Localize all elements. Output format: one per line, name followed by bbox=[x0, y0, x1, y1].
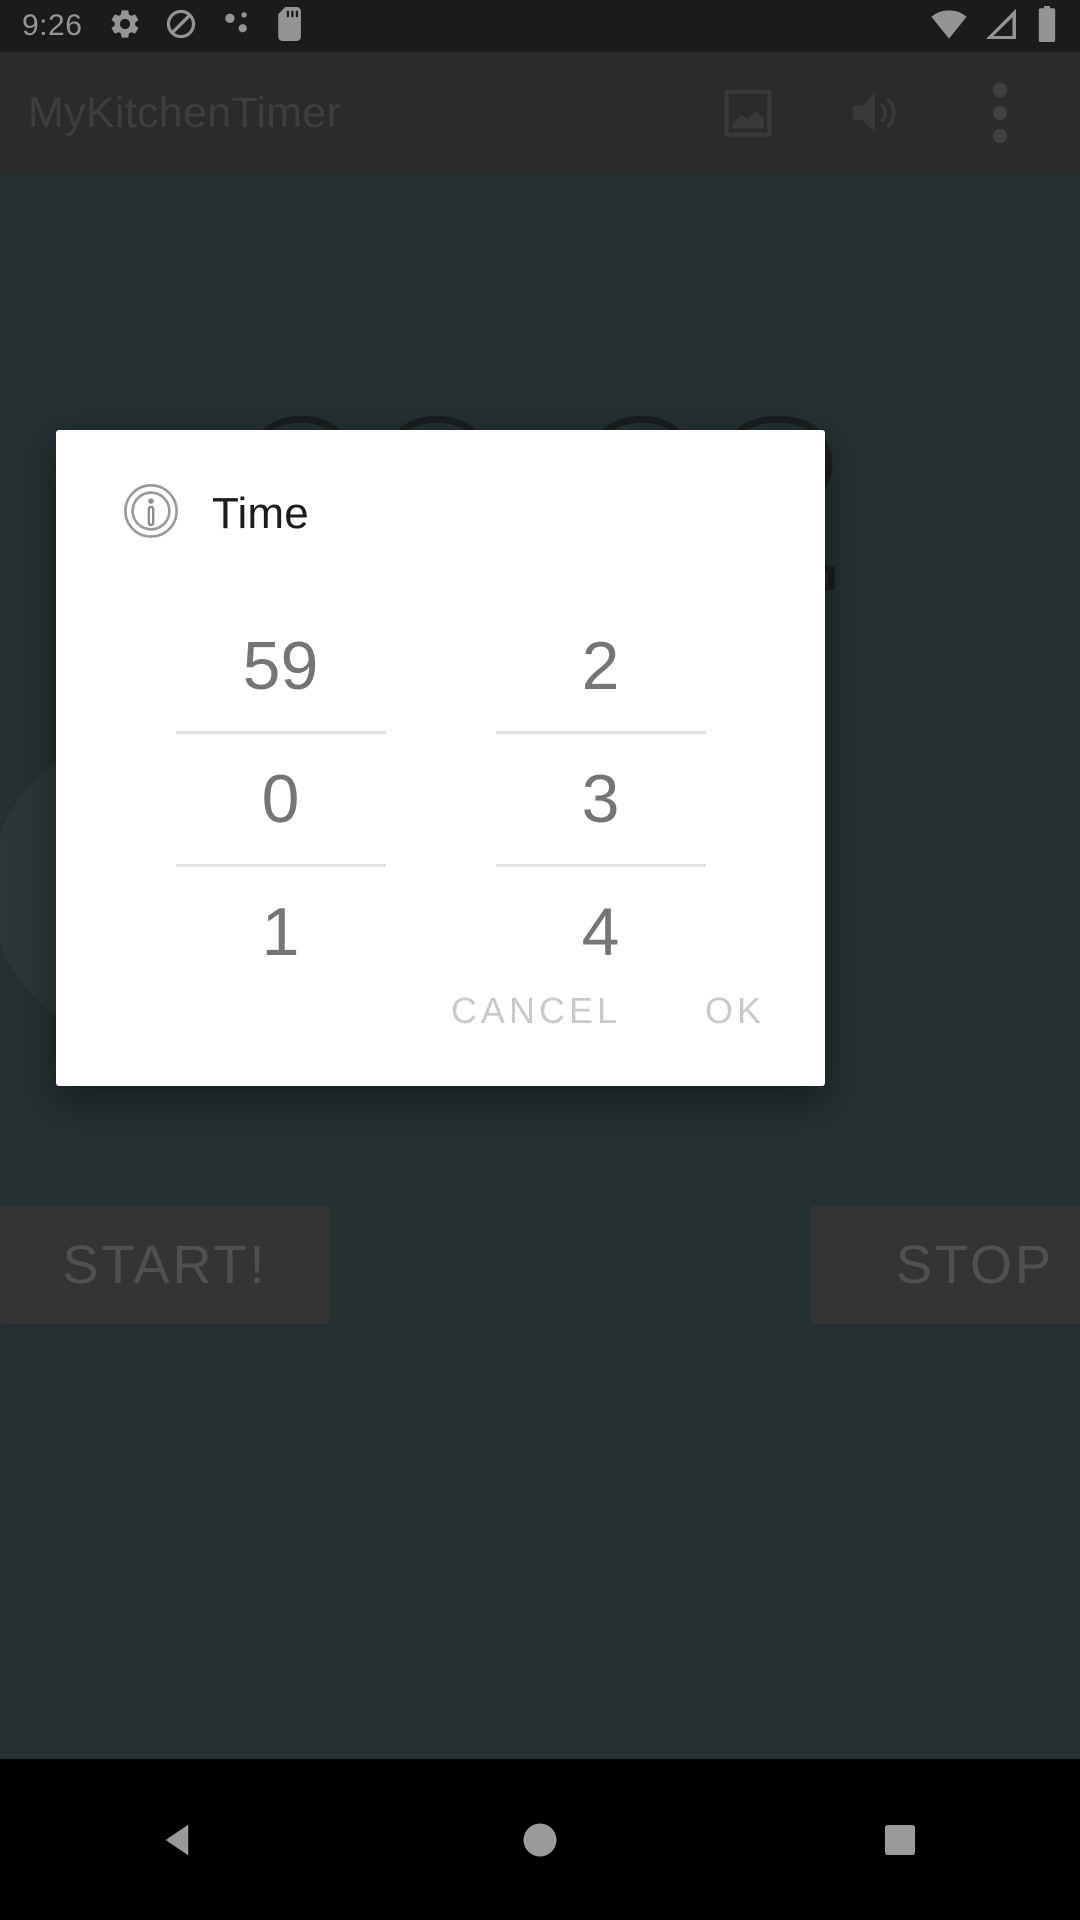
picker-value-selected[interactable]: 0 bbox=[176, 734, 386, 864]
android-screen: 9:26 MyKitchenTimer START! STOP Time 59 … bbox=[0, 0, 1080, 1920]
dialog-title: Time bbox=[212, 488, 309, 538]
picker-value-prev[interactable]: 59 bbox=[176, 601, 386, 731]
number-picker-minutes[interactable]: 59 0 1 bbox=[175, 601, 386, 997]
time-picker-dialog: Time 59 0 1 2 3 4 CANCEL OK bbox=[56, 430, 825, 1086]
navigation-bar bbox=[0, 1759, 1080, 1920]
dialog-actions: CANCEL OK bbox=[429, 970, 787, 1052]
number-picker-group: 59 0 1 2 3 4 bbox=[56, 601, 825, 997]
ok-button[interactable]: OK bbox=[683, 970, 787, 1052]
cancel-button[interactable]: CANCEL bbox=[429, 970, 643, 1052]
recents-icon[interactable] bbox=[825, 1790, 975, 1890]
back-icon[interactable] bbox=[105, 1790, 255, 1890]
picker-value-next[interactable]: 1 bbox=[176, 867, 386, 997]
picker-value-prev[interactable]: 2 bbox=[496, 601, 706, 731]
info-icon bbox=[122, 482, 180, 545]
picker-value-selected[interactable]: 3 bbox=[496, 734, 706, 864]
dialog-header: Time bbox=[56, 430, 825, 545]
number-picker-seconds[interactable]: 2 3 4 bbox=[495, 601, 706, 997]
home-icon[interactable] bbox=[465, 1790, 615, 1890]
